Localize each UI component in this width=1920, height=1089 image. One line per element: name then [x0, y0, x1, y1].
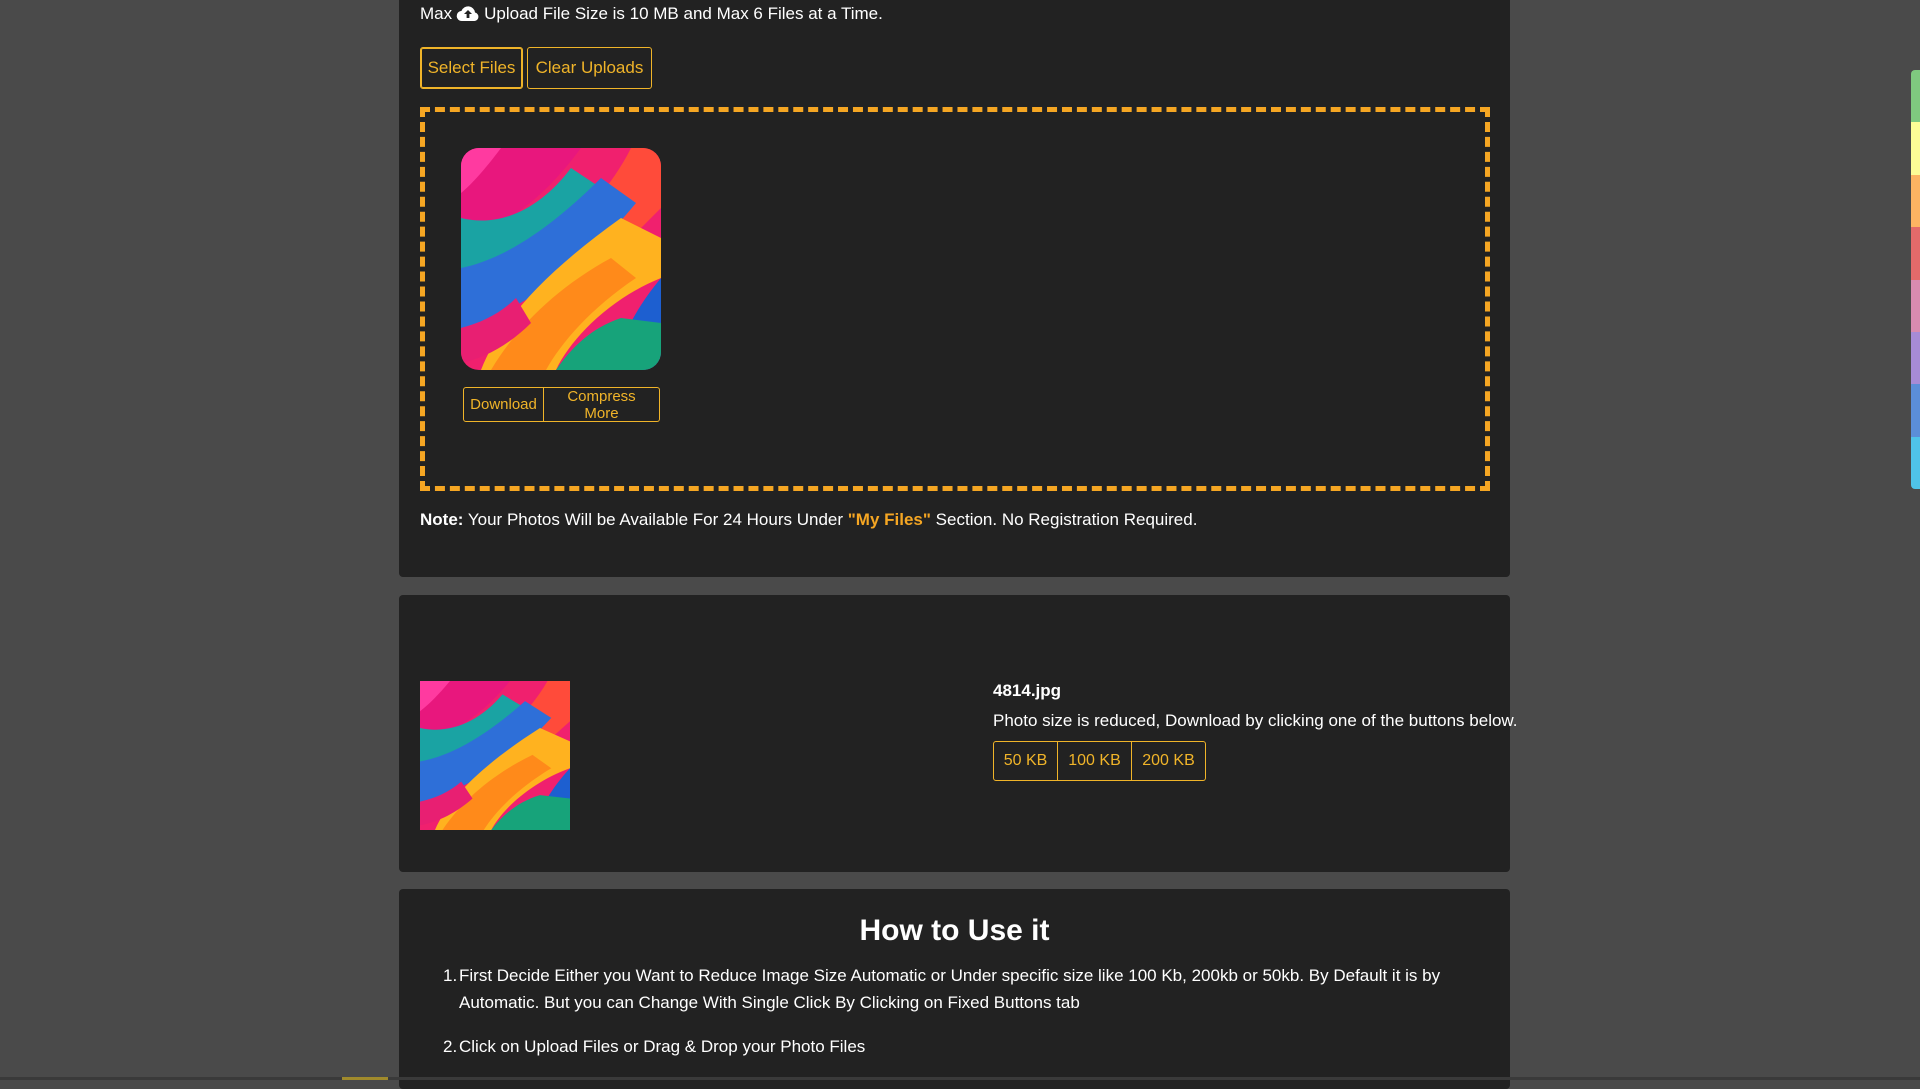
drop-zone[interactable]: Download Compress More: [420, 107, 1490, 491]
my-files-link[interactable]: "My Files": [848, 510, 931, 529]
download-button[interactable]: Download: [463, 387, 544, 422]
list-item: 1. First Decide Either you Want to Reduc…: [443, 962, 1489, 1016]
cloud-upload-icon: [456, 4, 480, 24]
upload-limit-text: Upload File Size is 10 MB and Max 6 File…: [484, 4, 883, 23]
step-text: First Decide Either you Want to Reduce I…: [459, 966, 1441, 1012]
download-100kb-button[interactable]: 100 KB: [1058, 741, 1132, 781]
file-status-message: Photo size is reduced, Download by click…: [993, 711, 1518, 730]
strip-segment: [1911, 436, 1920, 489]
list-item: 2. Click on Upload Files or Drag & Drop …: [443, 1033, 1489, 1060]
clear-uploads-button[interactable]: Clear Uploads: [527, 47, 652, 89]
download-50kb-button[interactable]: 50 KB: [993, 741, 1058, 781]
max-prefix: Max: [420, 4, 453, 23]
step-number: 2.: [443, 1037, 458, 1056]
availability-note: Note: Your Photos Will be Available For …: [420, 510, 1197, 530]
size-download-buttons: 50 KB 100 KB 200 KB: [993, 741, 1518, 781]
strip-segment: [1911, 70, 1920, 123]
step-number: 1.: [443, 966, 458, 985]
strip-segment: [1911, 279, 1920, 332]
result-panel: 4814.jpg Photo size is reduced, Download…: [399, 595, 1518, 872]
how-to-steps: 1. First Decide Either you Want to Reduc…: [443, 962, 1489, 1077]
note-text-after: Section. No Registration Required.: [930, 510, 1198, 529]
uploaded-image-thumbnail: [461, 148, 661, 370]
compress-more-button[interactable]: Compress More: [544, 387, 660, 422]
how-to-title: How to Use it: [859, 914, 1050, 947]
note-label: Note:: [420, 510, 464, 529]
upload-panel: Max Upload File Size is 10 MB and Max 6 …: [399, 0, 1510, 577]
note-text-before: Your Photos Will be Available For 24 Hou…: [463, 510, 848, 529]
side-color-strip: [1911, 70, 1920, 489]
select-files-button[interactable]: Select Files: [420, 47, 523, 89]
strip-segment: [1911, 384, 1920, 437]
step-text: Click on Upload Files or Drag & Drop you…: [459, 1037, 866, 1056]
download-200kb-button[interactable]: 200 KB: [1132, 741, 1206, 781]
strip-segment: [1911, 122, 1920, 175]
how-to-panel: How to Use it 1. First Decide Either you…: [399, 889, 1510, 1089]
strip-segment: [1911, 227, 1920, 280]
strip-segment: [1911, 331, 1920, 385]
strip-segment: [1911, 174, 1920, 228]
compressed-image-thumbnail: [420, 681, 570, 830]
file-info: 4814.jpg Photo size is reduced, Download…: [993, 681, 1518, 781]
thumbnail-actions: Download Compress More: [463, 387, 660, 422]
file-name: 4814.jpg: [993, 681, 1062, 700]
upload-limit-info: Max Upload File Size is 10 MB and Max 6 …: [420, 4, 883, 24]
